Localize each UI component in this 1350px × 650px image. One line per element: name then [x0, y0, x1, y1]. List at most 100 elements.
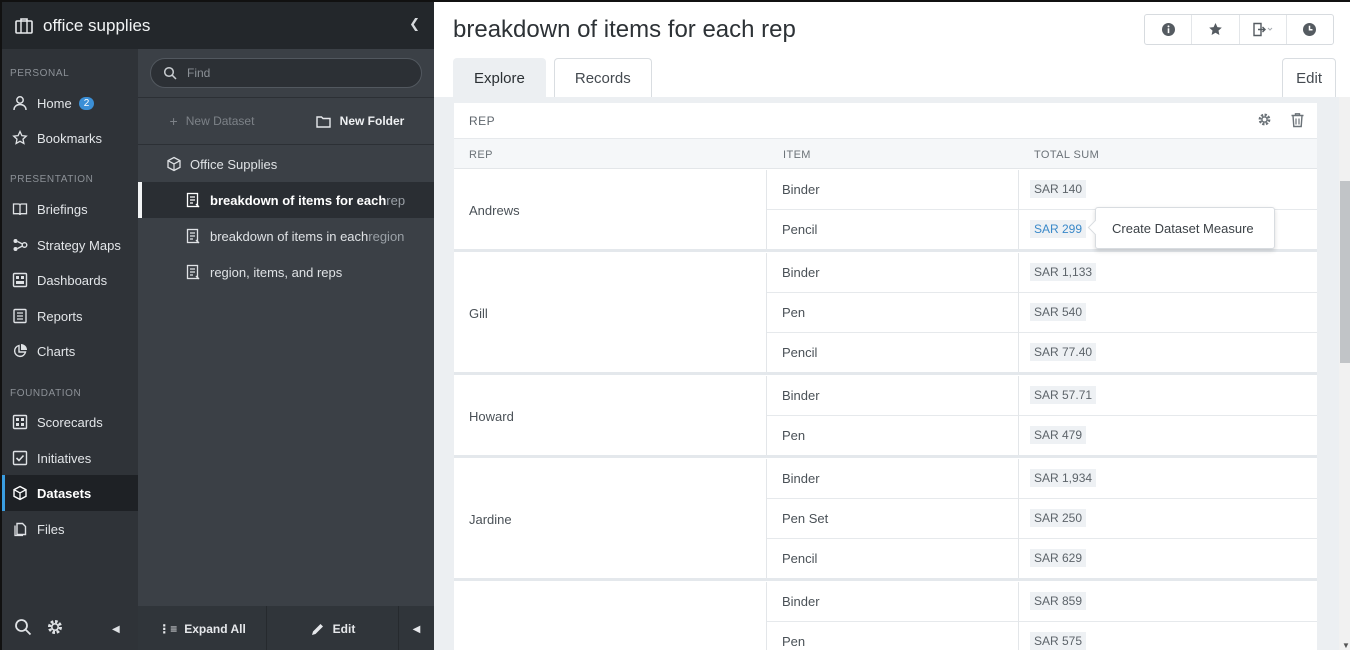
export-button[interactable] — [1240, 15, 1287, 44]
vertical-scrollbar[interactable]: ▼ — [1339, 97, 1350, 650]
notification-badge: 2 — [78, 96, 95, 110]
group-separator — [454, 372, 1317, 375]
gear-icon[interactable] — [46, 618, 64, 641]
table-row: Pen Set SAR 250 — [767, 499, 1317, 539]
app-window: office supplies ❮ PERSONAL Home 2 Bookma… — [2, 2, 1350, 650]
item-cell: Binder — [782, 388, 820, 403]
tree-item-label-overflow: rep — [386, 192, 406, 208]
column-header-total-sum[interactable]: TOTAL SUM — [1034, 149, 1099, 161]
new-dataset-label: New Dataset — [185, 114, 255, 128]
search-input[interactable]: Find — [150, 58, 422, 88]
table-row: Pencil SAR 629 — [767, 539, 1317, 579]
view-tabs: Explore Records — [453, 58, 652, 97]
data-card: REP REP ITEM TOTAL SUM Andrews Binder SAR … — [454, 103, 1317, 650]
checkbox-icon — [11, 449, 29, 467]
dataset-file-icon — [186, 228, 202, 244]
edit-label: Edit — [332, 622, 356, 636]
rep-cell — [454, 582, 767, 650]
search-icon[interactable] — [14, 618, 32, 641]
chevron-left-icon: ◀ — [412, 623, 421, 635]
nav-item-datasets[interactable]: Datasets — [2, 475, 138, 511]
nav-item-charts[interactable]: Charts — [2, 333, 138, 369]
card-title: REP — [469, 113, 496, 128]
total-sum-value[interactable]: SAR 299 — [1030, 220, 1087, 238]
group-separator — [454, 455, 1317, 458]
tree-item-dataset[interactable]: region, items, and reps — [138, 254, 434, 290]
column-header-item[interactable]: ITEM — [783, 149, 811, 161]
tree-folder-office-supplies[interactable]: Office Supplies — [138, 146, 434, 182]
total-sum-value[interactable]: SAR 629 — [1030, 549, 1087, 567]
collapse-panel-button[interactable]: ◀ — [399, 606, 434, 650]
collapse-nav-icon[interactable]: ◀ — [112, 624, 120, 635]
nav-label-charts: Charts — [37, 343, 76, 359]
total-sum-value[interactable]: SAR 479 — [1030, 426, 1087, 444]
panel-toolbar: + New Dataset New Folder — [138, 97, 434, 145]
total-sum-value[interactable]: SAR 1,934 — [1030, 469, 1097, 487]
nav-item-files[interactable]: Files — [2, 511, 138, 547]
expand-all-label: Expand All — [184, 622, 246, 636]
total-sum-cell: SAR 859 — [1018, 582, 1317, 622]
table-row: Binder SAR 1,133 — [767, 253, 1317, 293]
total-sum-value[interactable]: SAR 77.40 — [1030, 343, 1097, 361]
page-title: breakdown of items for each rep — [453, 16, 796, 43]
nav-item-strategy-maps[interactable]: Strategy Maps — [2, 227, 138, 263]
item-cell: Pen — [782, 428, 806, 443]
total-sum-value[interactable]: SAR 1,133 — [1030, 263, 1097, 281]
nav-item-initiatives[interactable]: Initiatives — [2, 440, 138, 476]
tree-folder-label: Office Supplies — [190, 156, 278, 172]
table-row: Pen SAR 575 — [767, 622, 1317, 650]
total-sum-value[interactable]: SAR 540 — [1030, 303, 1087, 321]
star-icon — [11, 129, 29, 147]
total-sum-cell: SAR 629 — [1018, 539, 1317, 579]
pencil-icon — [311, 623, 323, 635]
nav-item-reports[interactable]: Reports — [2, 298, 138, 334]
expand-all-button[interactable]: ⋮≡ Expand All — [138, 606, 267, 650]
total-sum-value[interactable]: SAR 859 — [1030, 592, 1087, 610]
panel-footer: ⋮≡ Expand All Edit ◀ — [138, 606, 434, 650]
nav-item-bookmarks[interactable]: Bookmarks — [2, 120, 138, 156]
total-sum-value[interactable]: SAR 140 — [1030, 180, 1087, 198]
tab-explore[interactable]: Explore — [453, 58, 546, 97]
scrollbar-thumb[interactable] — [1340, 181, 1350, 363]
edit-tree-button[interactable]: Edit — [267, 606, 399, 650]
nav-item-scorecards[interactable]: Scorecards — [2, 404, 138, 440]
search-placeholder: Find — [187, 66, 211, 80]
nav-label-scorecards: Scorecards — [37, 414, 103, 430]
settings-icon[interactable] — [1257, 112, 1272, 131]
info-button[interactable] — [1145, 15, 1193, 44]
title-actions — [1144, 14, 1334, 45]
trash-icon[interactable] — [1290, 112, 1305, 131]
scroll-down-icon[interactable]: ▼ — [1342, 641, 1350, 650]
column-header-rep[interactable]: REP — [469, 149, 493, 161]
new-folder-button[interactable]: New Folder — [286, 98, 434, 144]
total-sum-value[interactable]: SAR 575 — [1030, 632, 1087, 650]
history-button[interactable] — [1287, 15, 1333, 44]
home-icon — [11, 94, 29, 112]
total-sum-cell: SAR 540 — [1018, 293, 1317, 333]
tab-records[interactable]: Records — [553, 58, 652, 97]
nav-item-briefings[interactable]: Briefings — [2, 191, 138, 227]
new-dataset-button[interactable]: + New Dataset — [138, 98, 286, 144]
edit-button[interactable]: Edit — [1282, 58, 1336, 97]
create-dataset-measure-popover[interactable]: Create Dataset Measure — [1095, 207, 1275, 249]
tree-item-dataset[interactable]: breakdown of items for each rep — [138, 182, 434, 218]
item-cell: Binder — [782, 265, 820, 280]
rep-cell: Jardine — [454, 459, 767, 579]
bookmark-button[interactable] — [1192, 15, 1240, 44]
item-cell: Pen — [782, 634, 806, 649]
item-cell: Binder — [782, 594, 820, 609]
tree-item-dataset[interactable]: breakdown of items in each region — [138, 218, 434, 254]
nav-label-dashboards: Dashboards — [37, 272, 108, 288]
rep-cell: Howard — [454, 376, 767, 456]
nav-item-home[interactable]: Home 2 — [2, 85, 138, 121]
table-row: Binder SAR 57.71 — [767, 376, 1317, 416]
collapse-panel-icon[interactable]: ❮ — [409, 16, 420, 32]
app-header: office supplies ❮ — [2, 2, 434, 49]
total-sum-value[interactable]: SAR 250 — [1030, 509, 1087, 527]
expand-all-icon: ⋮≡ — [158, 622, 178, 636]
total-sum-cell: SAR 575 — [1018, 622, 1317, 650]
nav-item-dashboards[interactable]: Dashboards — [2, 262, 138, 298]
nav-label-bookmarks: Bookmarks — [37, 130, 103, 146]
table-row: Pen SAR 540 — [767, 293, 1317, 333]
total-sum-value[interactable]: SAR 57.71 — [1030, 386, 1097, 404]
